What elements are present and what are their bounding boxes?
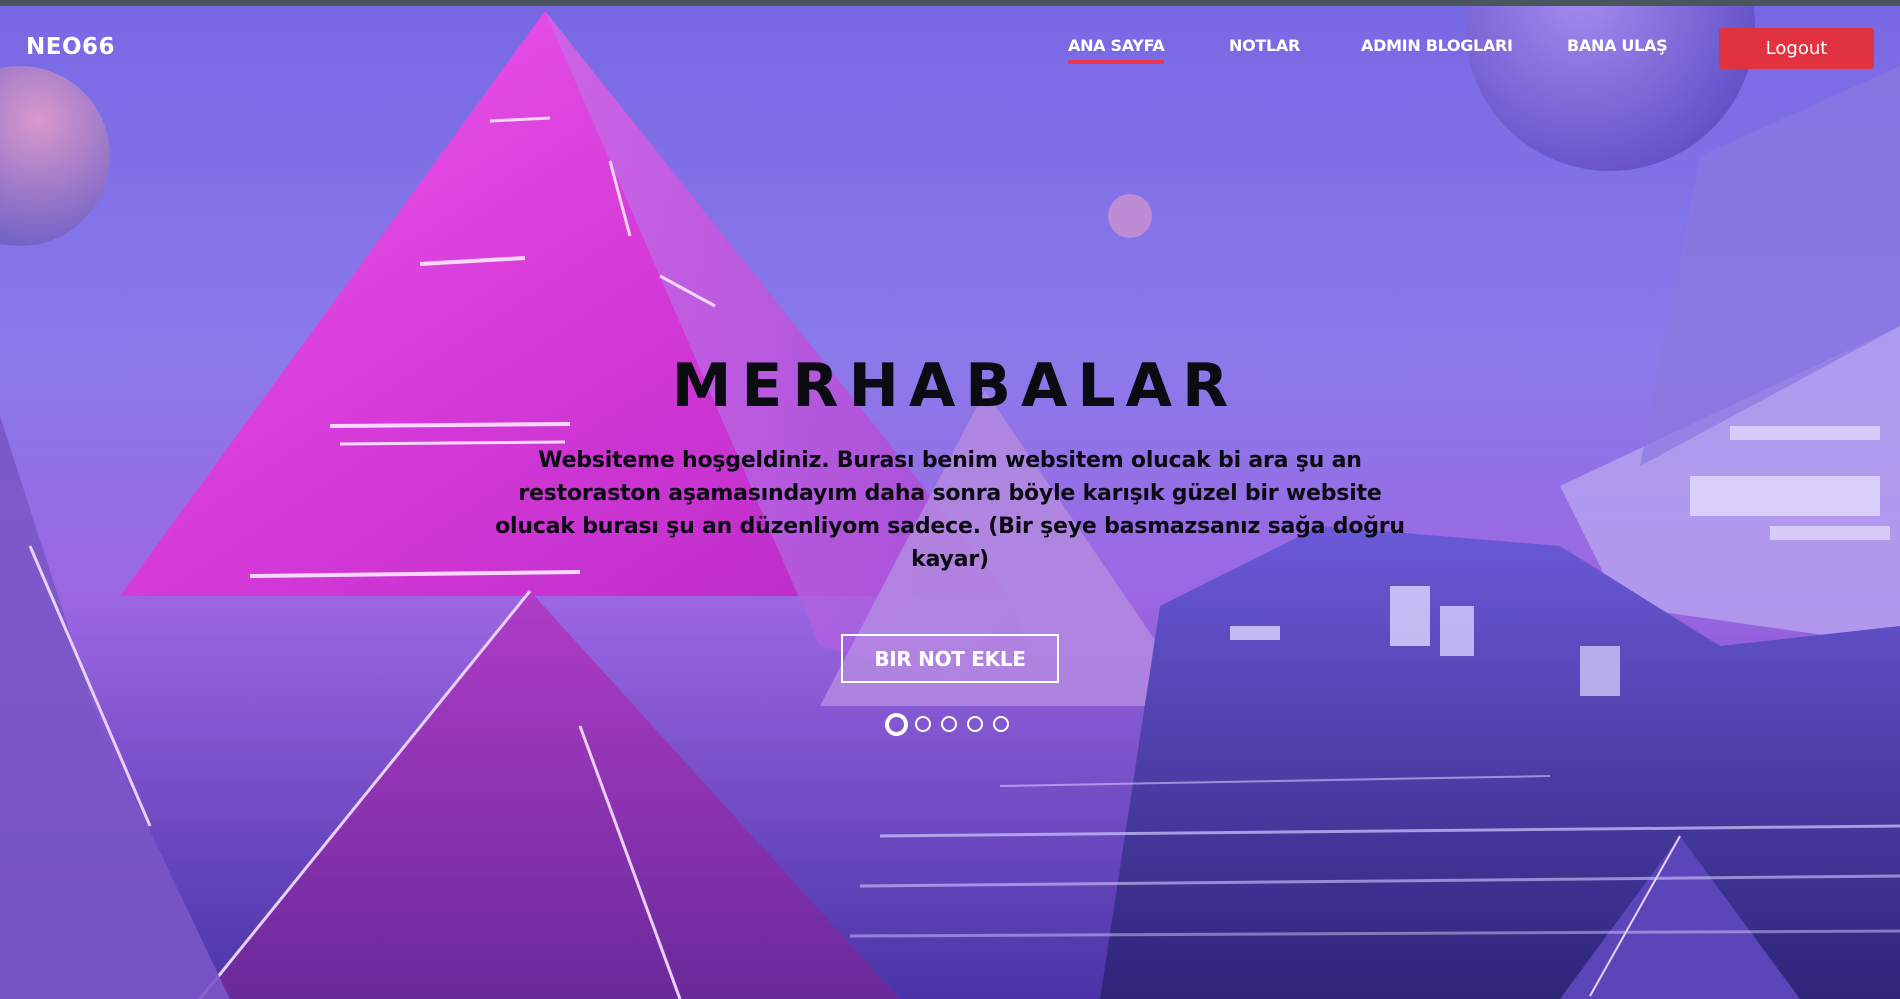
top-navigation: NEO66 ANA SAYFA NOTLAR ADMIN BLOGLARI BA…: [0, 6, 1900, 90]
add-note-button[interactable]: BIR NOT EKLE: [841, 634, 1059, 683]
page: NEO66 ANA SAYFA NOTLAR ADMIN BLOGLARI BA…: [0, 0, 1900, 999]
slider-dot-1[interactable]: [885, 713, 908, 736]
nav-link-home[interactable]: ANA SAYFA: [1068, 36, 1165, 64]
logout-button[interactable]: Logout: [1719, 28, 1874, 69]
hero-description: Websiteme hoşgeldiniz. Burası benim webs…: [495, 448, 1405, 572]
nav-link-admin-blogs[interactable]: ADMIN BLOGLARI: [1361, 36, 1513, 55]
slider-pagination: [885, 713, 1015, 739]
nav-link-notes[interactable]: NOTLAR: [1229, 36, 1300, 55]
nav-links: ANA SAYFA NOTLAR ADMIN BLOGLARI BANA ULA…: [0, 36, 1900, 76]
slider-dot-3[interactable]: [941, 716, 957, 732]
slider-dot-2[interactable]: [915, 716, 931, 732]
slider-dot-5[interactable]: [993, 716, 1009, 732]
hero-content: MERHABALAR Websiteme hoşgeldiniz. Burası…: [450, 350, 1450, 683]
slider-dot-4[interactable]: [967, 716, 983, 732]
nav-link-contact[interactable]: BANA ULAŞ: [1567, 36, 1668, 55]
hero-title: MERHABALAR: [671, 351, 1239, 421]
